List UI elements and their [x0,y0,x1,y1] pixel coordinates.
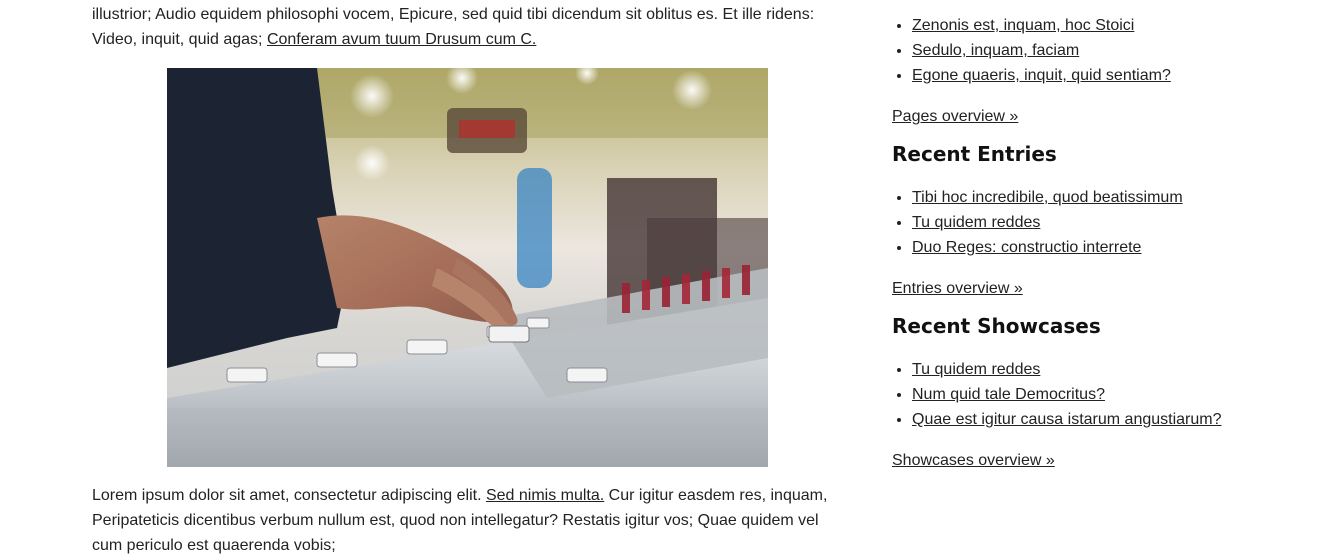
entries-list-block: Tibi hoc incredibile, quod beatissimum T… [892,185,1312,260]
showcase-link-1[interactable]: Tu quidem reddes [912,361,1040,378]
pages-list: Zenonis est, inquam, hoc Stoici Sedulo, … [892,13,1312,88]
entry-link-3[interactable]: Duo Reges: constructio interrete [912,239,1141,256]
page-link-3[interactable]: Egone quaeris, inquit, quid sentiam? [912,67,1171,84]
pages-overview-link[interactable]: Pages overview » [892,104,1018,129]
showcase-link-2[interactable]: Num quid tale Democritus? [912,386,1105,403]
sed-nimis-multa-link[interactable]: Sed nimis multa. [486,487,604,504]
entries-overview-link[interactable]: Entries overview » [892,276,1023,301]
showcases-list: Tu quidem reddes Num quid tale Democritu… [892,357,1312,432]
entries-list-item: Duo Reges: constructio interrete [912,235,1312,260]
entries-list-item: Tu quidem reddes [912,210,1312,235]
pages-list-block: Zenonis est, inquam, hoc Stoici Sedulo, … [892,13,1312,88]
entry-link-2[interactable]: Tu quidem reddes [912,214,1040,231]
recent-showcases-heading: Recent Showcases [892,314,1101,338]
entry-link-1[interactable]: Tibi hoc incredibile, quod beatissimum [912,189,1183,206]
pages-list-item: Egone quaeris, inquit, quid sentiam? [912,63,1312,88]
recent-entries-heading: Recent Entries [892,142,1057,166]
bottom-paragraph-text-start: Lorem ipsum dolor sit amet, consectetur … [92,487,486,504]
showcase-link-3[interactable]: Quae est igitur causa istarum angustiaru… [912,411,1221,428]
conferam-link[interactable]: Conferam avum tuum Drusum cum C. [267,31,536,48]
page-link-2[interactable]: Sedulo, inquam, faciam [912,42,1079,59]
mixing-console-image [167,68,768,467]
bottom-paragraph: Lorem ipsum dolor sit amet, consectetur … [92,483,832,558]
showcases-list-item: Quae est igitur causa istarum angustiaru… [912,407,1312,432]
showcases-list-item: Tu quidem reddes [912,357,1312,382]
top-paragraph: illustrior; Audio equidem philosophi voc… [92,2,832,52]
pages-list-item: Sedulo, inquam, faciam [912,38,1312,63]
showcases-list-item: Num quid tale Democritus? [912,382,1312,407]
showcases-overview-link[interactable]: Showcases overview » [892,448,1055,473]
entries-list: Tibi hoc incredibile, quod beatissimum T… [892,185,1312,260]
pages-list-item: Zenonis est, inquam, hoc Stoici [912,13,1312,38]
entries-list-item: Tibi hoc incredibile, quod beatissimum [912,185,1312,210]
showcases-list-block: Tu quidem reddes Num quid tale Democritu… [892,357,1312,432]
page-link-1[interactable]: Zenonis est, inquam, hoc Stoici [912,17,1134,34]
